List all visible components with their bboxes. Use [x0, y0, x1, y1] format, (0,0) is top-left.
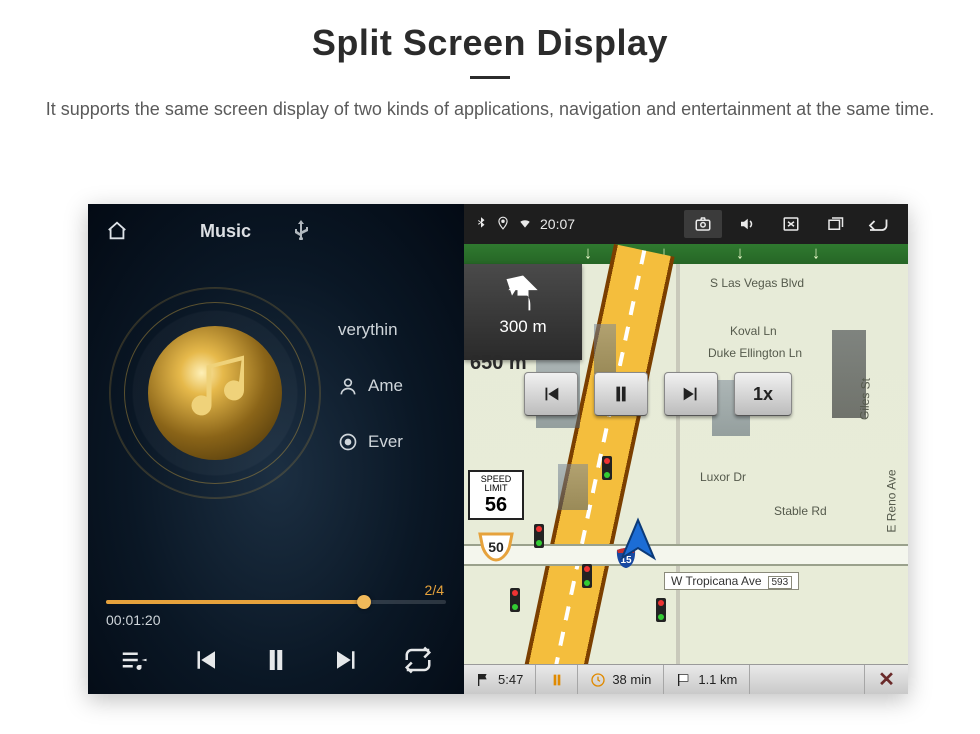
- track-album: Ever: [368, 432, 403, 452]
- remaining-cell[interactable]: 38 min: [578, 665, 664, 694]
- nav-media-overlay: 1x: [524, 372, 792, 416]
- nav-bottom-bar: 5:47 38 min 1.1 km ✕: [464, 664, 908, 694]
- music-pane: Music verythin: [88, 204, 464, 694]
- track-info: verythin Ame Ever: [338, 302, 464, 470]
- title-underline: [470, 76, 510, 79]
- track-title: verythin: [338, 320, 398, 340]
- overlay-next-button[interactable]: [664, 372, 718, 416]
- page-subtitle: It supports the same screen display of t…: [0, 97, 980, 122]
- road-label: Giles St: [857, 378, 872, 420]
- traffic-light-icon: [534, 524, 544, 548]
- turn-distance-small: 300 m: [464, 317, 582, 337]
- music-topbar: Music: [88, 204, 464, 248]
- road-label: Koval Ln: [730, 324, 777, 338]
- turn-panel: 300 m: [464, 264, 582, 360]
- progress-knob[interactable]: [357, 595, 371, 609]
- lane-guidance: ↓ ↓ ↓ ↓: [464, 244, 908, 264]
- overlay-prev-button[interactable]: [524, 372, 578, 416]
- next-button[interactable]: [325, 638, 369, 682]
- nav-close-button[interactable]: ✕: [864, 665, 908, 694]
- prev-button[interactable]: [183, 638, 227, 682]
- turn-distance-big: 650 m: [470, 352, 527, 375]
- artist-icon: [338, 376, 358, 396]
- current-speed-shield: 50: [478, 532, 514, 562]
- traffic-light-icon: [582, 564, 592, 588]
- repeat-button[interactable]: [396, 638, 440, 682]
- status-bar: 20:07: [464, 204, 908, 244]
- traffic-light-icon: [656, 598, 666, 622]
- progress-fill: [106, 600, 364, 604]
- location-icon: [496, 216, 510, 233]
- traffic-light-icon: [602, 456, 612, 480]
- svg-text:50: 50: [488, 539, 504, 555]
- album-icon: [338, 432, 358, 452]
- status-clock: 20:07: [540, 216, 575, 232]
- building-icon: [558, 464, 588, 510]
- cross-road: [464, 544, 908, 566]
- nav-pane: 20:07 ↓ ↓ ↓ ↓: [464, 204, 908, 694]
- track-index: 2/4: [425, 582, 444, 598]
- road-label: Duke Ellington Ln: [708, 346, 802, 360]
- pause-button[interactable]: [254, 638, 298, 682]
- lane-arrow-icon: ↓: [812, 244, 820, 264]
- volume-button[interactable]: [728, 210, 766, 238]
- distance-cell[interactable]: 1.1 km: [664, 665, 750, 694]
- street-callout: W Tropicana Ave593: [664, 572, 799, 590]
- page-title: Split Screen Display: [0, 22, 980, 64]
- music-body: verythin Ame Ever: [88, 248, 464, 568]
- flag-icon: [476, 672, 492, 688]
- usb-icon[interactable]: [293, 220, 309, 243]
- music-app-label: Music: [200, 221, 251, 242]
- progress-area: 2/4 00:01:20: [106, 600, 446, 604]
- close-app-button[interactable]: [772, 210, 810, 238]
- back-button[interactable]: [860, 210, 898, 238]
- overlay-pause-button[interactable]: [594, 372, 648, 416]
- vehicle-cursor-icon: [614, 516, 662, 564]
- track-artist: Ame: [368, 376, 403, 396]
- road-label: Stable Rd: [774, 504, 827, 518]
- progress-bar[interactable]: [106, 600, 446, 604]
- recents-button[interactable]: [816, 210, 854, 238]
- playlist-button[interactable]: [112, 638, 156, 682]
- overlay-speed-button[interactable]: 1x: [734, 372, 792, 416]
- lane-arrow-icon: ↓: [736, 244, 744, 264]
- traffic-light-icon: [510, 588, 520, 612]
- turn-left-icon: [501, 270, 545, 314]
- clock-icon: [590, 672, 606, 688]
- music-controls: [88, 626, 464, 694]
- screenshot-button[interactable]: [684, 210, 722, 238]
- building-icon: [594, 324, 616, 374]
- road-label: Luxor Dr: [700, 470, 746, 484]
- lane-arrow-icon: ↓: [584, 244, 592, 264]
- flag-icon: [676, 672, 692, 688]
- eta-cell[interactable]: 5:47: [464, 665, 536, 694]
- device-screenshot: Music verythin: [88, 204, 908, 694]
- music-note-icon: [184, 353, 264, 433]
- speed-limit-sign: SPEED LIMIT 56: [468, 470, 524, 520]
- wifi-icon: [518, 216, 532, 233]
- bluetooth-icon: [474, 216, 488, 233]
- road-label: S Las Vegas Blvd: [710, 276, 804, 290]
- home-icon[interactable]: [104, 220, 130, 242]
- road-label: E Reno Ave: [885, 469, 899, 532]
- nav-pause-button[interactable]: [536, 665, 578, 694]
